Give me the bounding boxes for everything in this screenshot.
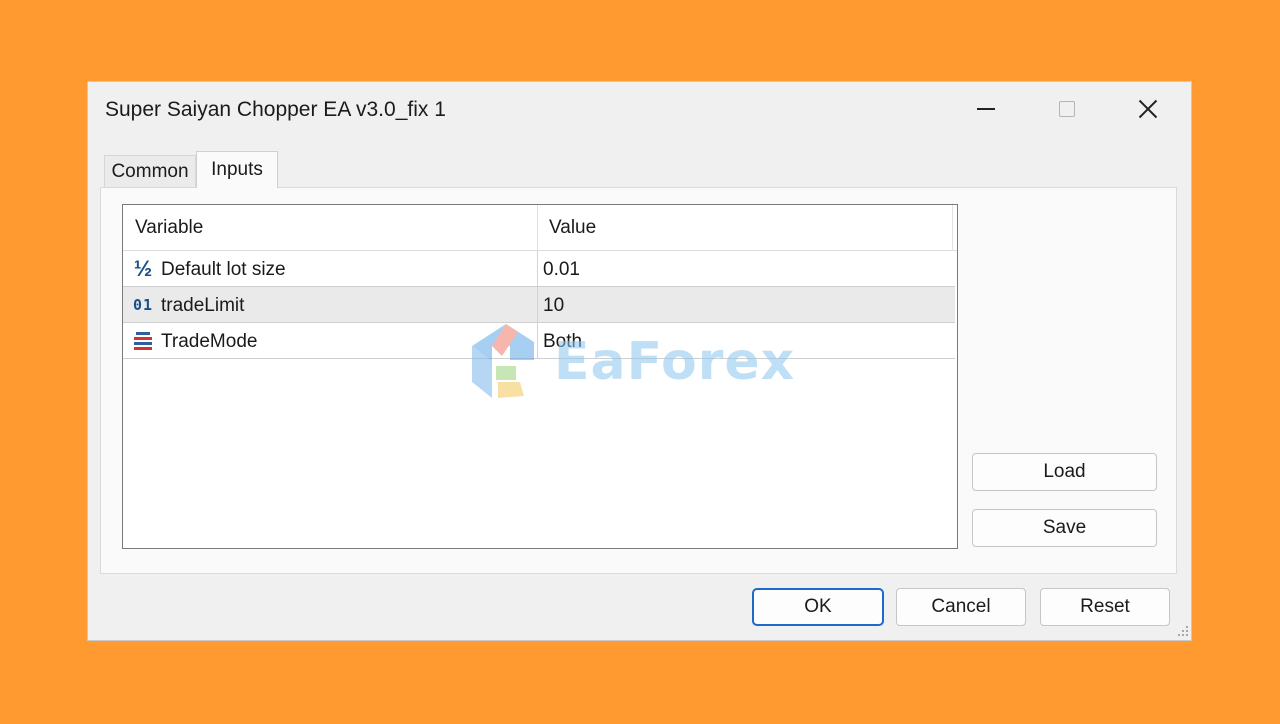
close-button[interactable] xyxy=(1126,91,1170,127)
resize-grip-icon[interactable] xyxy=(1174,622,1190,638)
column-header-variable[interactable]: Variable xyxy=(135,217,203,239)
variable-name: TradeMode xyxy=(161,331,258,352)
reset-button[interactable]: Reset xyxy=(1040,588,1170,626)
variable-value[interactable]: 10 xyxy=(543,295,564,317)
column-divider[interactable] xyxy=(537,205,538,251)
table-row[interactable]: TradeMode Both xyxy=(123,323,955,359)
cell-divider xyxy=(537,251,538,286)
enum-icon xyxy=(131,328,155,354)
maximize-button[interactable] xyxy=(1045,91,1089,127)
save-button[interactable]: Save xyxy=(972,509,1157,547)
grid-header: Variable Value xyxy=(123,205,957,251)
table-row[interactable]: 01 tradeLimit 10 xyxy=(123,287,955,323)
variable-name: tradeLimit xyxy=(161,295,245,316)
variable-value[interactable]: 0.01 xyxy=(543,259,580,281)
variable-name: Default lot size xyxy=(161,259,286,280)
ok-button[interactable]: OK xyxy=(752,588,884,626)
tab-common[interactable]: Common xyxy=(104,155,196,188)
dialog-window: Super Saiyan Chopper EA v3.0_fix 1 Commo… xyxy=(87,81,1192,641)
column-divider-end xyxy=(952,205,953,251)
integer-icon: 01 xyxy=(132,296,154,314)
cell-divider xyxy=(537,287,538,322)
inputs-grid: Variable Value ½ Default lot size 0.01 0… xyxy=(122,204,958,549)
column-header-value[interactable]: Value xyxy=(549,217,596,239)
fraction-icon: ½ xyxy=(133,256,153,281)
title-bar: Super Saiyan Chopper EA v3.0_fix 1 xyxy=(88,82,1191,136)
cell-divider xyxy=(537,323,538,358)
window-title: Super Saiyan Chopper EA v3.0_fix 1 xyxy=(105,98,446,121)
minimize-button[interactable] xyxy=(964,91,1008,127)
load-button[interactable]: Load xyxy=(972,453,1157,491)
table-row[interactable]: ½ Default lot size 0.01 xyxy=(123,251,955,287)
close-icon xyxy=(1138,99,1158,119)
tab-inputs[interactable]: Inputs xyxy=(196,151,278,188)
maximize-icon xyxy=(1059,101,1075,117)
cancel-button[interactable]: Cancel xyxy=(896,588,1026,626)
minimize-icon xyxy=(977,108,995,110)
variable-value[interactable]: Both xyxy=(543,331,582,353)
inputs-tab-panel: Variable Value ½ Default lot size 0.01 0… xyxy=(100,187,1177,574)
